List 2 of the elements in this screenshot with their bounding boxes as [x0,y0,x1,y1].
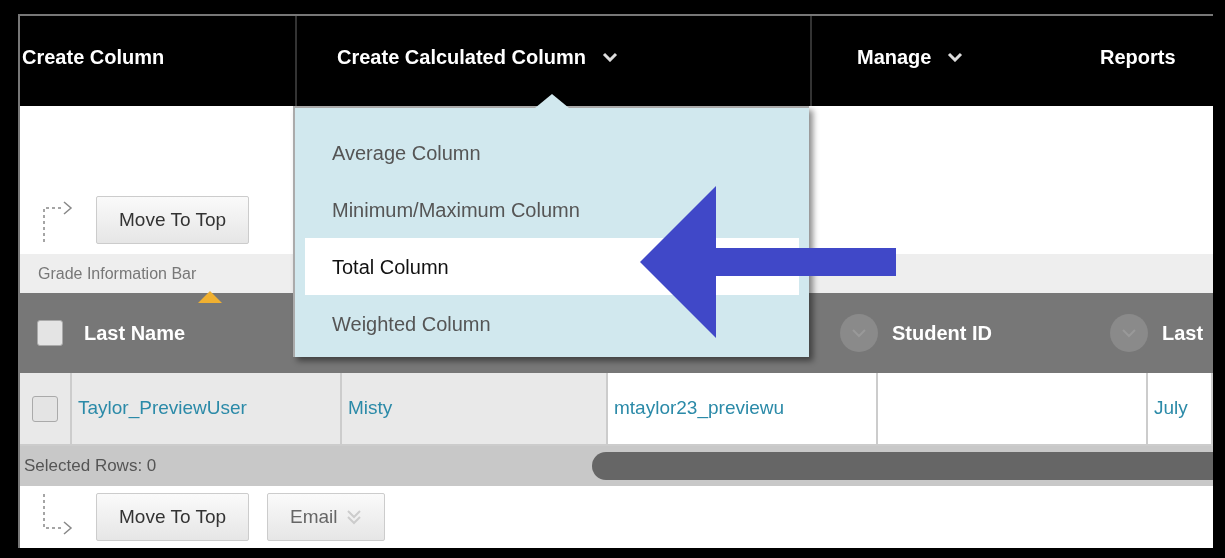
table-cell: Misty [342,373,608,444]
selected-rows-count: Selected Rows: 0 [23,455,157,478]
